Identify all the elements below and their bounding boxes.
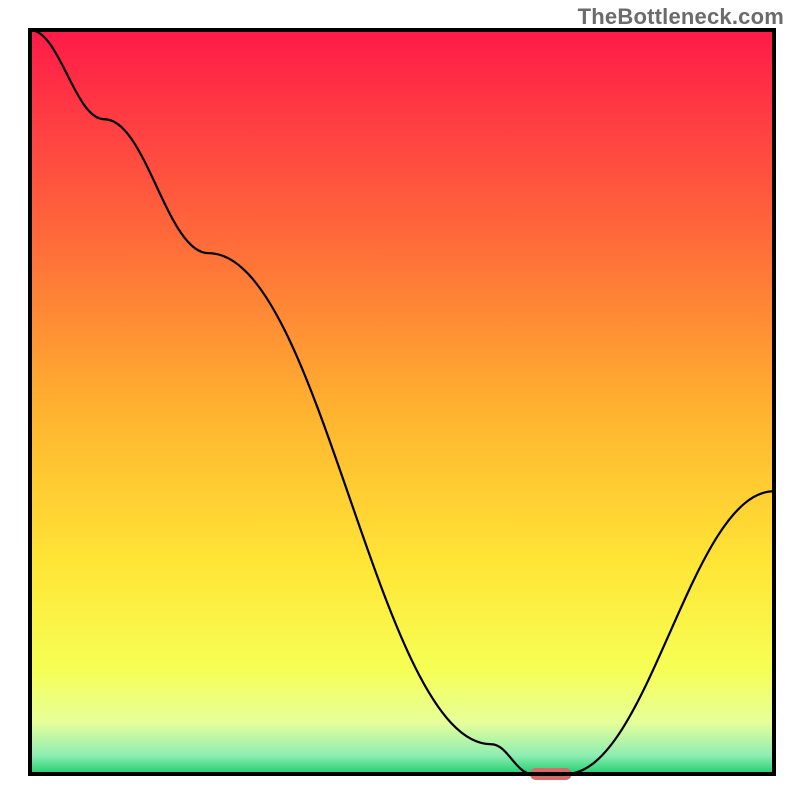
chart-container: TheBottleneck.com	[0, 0, 800, 800]
bottleneck-chart	[0, 0, 800, 800]
plot-area	[30, 30, 774, 780]
gradient-background	[30, 30, 774, 774]
watermark-label: TheBottleneck.com	[578, 4, 784, 30]
